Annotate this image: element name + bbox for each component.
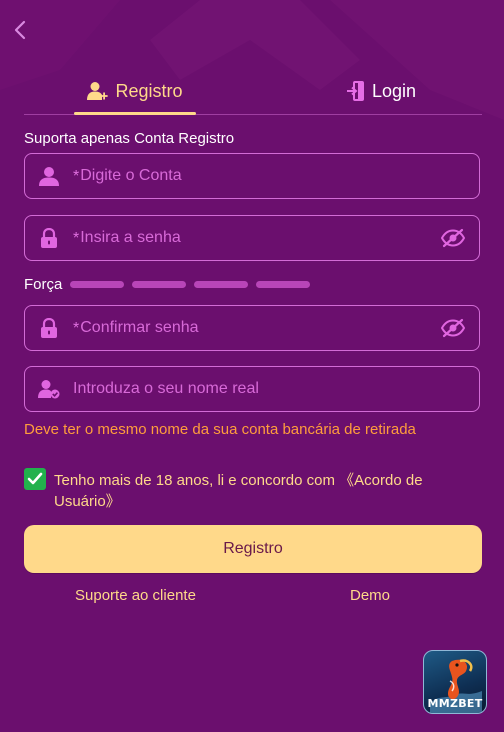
confirm-placeholder: Confirmar senha [80, 319, 199, 336]
demo-link[interactable]: Demo [350, 587, 390, 604]
tab-registro[interactable]: Registro [74, 68, 196, 114]
agreement-text: Tenho mais de 18 anos, li e concordo com… [54, 470, 474, 512]
strength-segment [256, 281, 311, 288]
agreement-label: Tenho mais de 18 anos, li e concordo com [54, 472, 340, 489]
tab-login-label: Login [371, 80, 417, 101]
agreement-checkbox[interactable] [24, 468, 46, 490]
name-warning: Deve ter o mesmo nome da sua conta bancá… [24, 421, 416, 438]
checkmark-icon [27, 472, 43, 485]
confirm-password-field[interactable]: * Confirmar senha [24, 305, 480, 351]
app-badge-label: MMZBET [427, 697, 483, 710]
register-button[interactable]: Registro [24, 525, 482, 573]
tab-registro-label: Registro [115, 80, 183, 101]
lock-icon [25, 318, 73, 338]
add-user-icon [87, 81, 109, 101]
password-strength: Força [24, 276, 318, 293]
strength-label: Força [24, 276, 63, 293]
strength-segment [70, 281, 125, 288]
user-icon [25, 166, 73, 186]
strength-segment [132, 281, 187, 288]
form-caption: Suporta apenas Conta Registro [24, 130, 235, 147]
tab-login[interactable]: Login [320, 68, 442, 114]
account-placeholder: Digite o Conta [80, 167, 182, 184]
chevron-left-icon [14, 20, 26, 40]
eye-off-icon[interactable] [441, 318, 465, 338]
lock-icon [25, 228, 73, 248]
strength-segment [194, 281, 249, 288]
required-mark: * [73, 320, 80, 337]
password-placeholder: Insira a senha [80, 229, 181, 246]
auth-tabs: Registro Login [24, 68, 482, 115]
customer-support-link[interactable]: Suporte ao cliente [75, 587, 196, 604]
real-name-placeholder: Introduza o seu nome real [73, 380, 259, 397]
back-button[interactable] [8, 16, 32, 44]
required-mark: * [73, 168, 80, 185]
app-badge[interactable]: MMZBET [423, 650, 487, 714]
account-field[interactable]: * Digite o Conta [24, 153, 480, 199]
active-tab-indicator [74, 112, 196, 115]
password-field[interactable]: * Insira a senha [24, 215, 480, 261]
required-mark: * [73, 230, 80, 247]
real-name-field[interactable]: Introduza o seu nome real [24, 366, 480, 412]
verified-user-icon [25, 379, 73, 399]
login-door-icon [346, 81, 366, 101]
eye-off-icon[interactable] [441, 228, 465, 248]
